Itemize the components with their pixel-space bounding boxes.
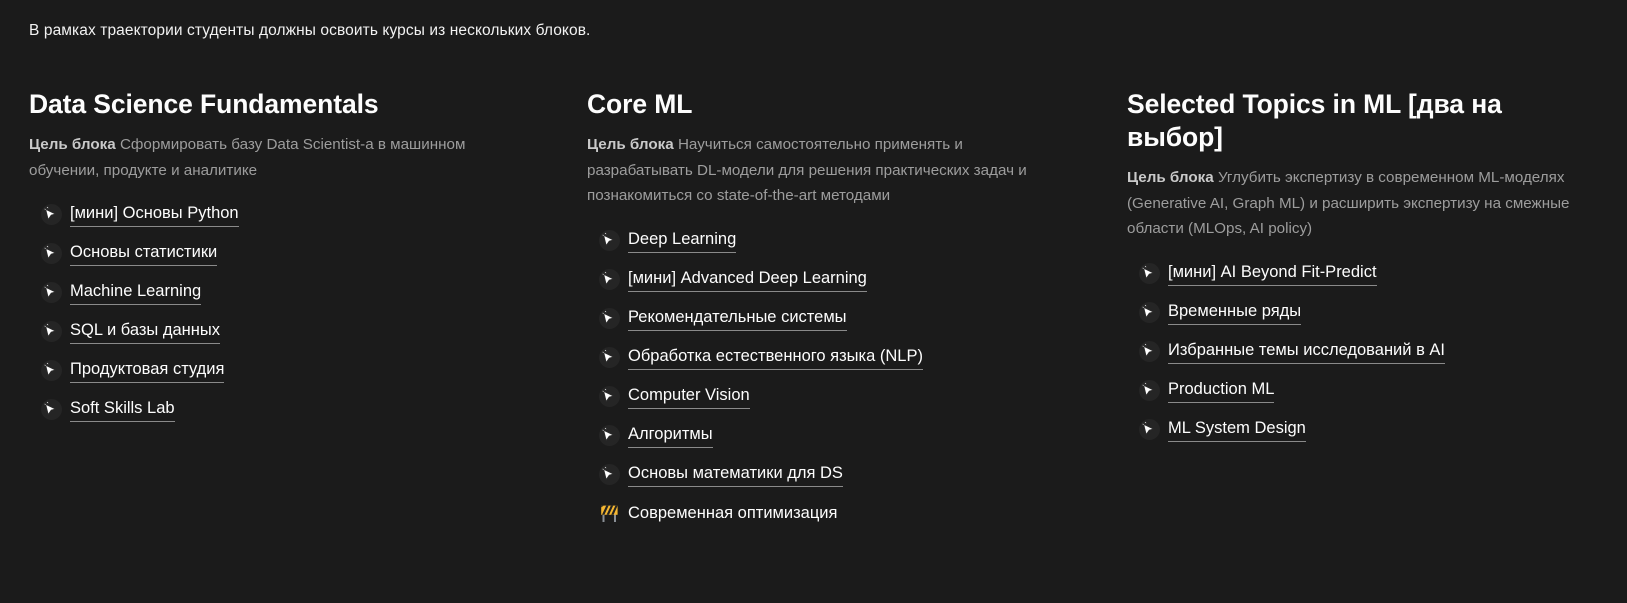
cursor-click-icon	[598, 307, 621, 330]
cursor-click-icon	[1138, 262, 1161, 285]
list-item[interactable]: Soft Skills Lab	[29, 390, 534, 429]
cursor-click-icon	[598, 268, 621, 291]
cursor-click-icon	[40, 320, 63, 343]
course-link[interactable]: Deep Learning	[628, 228, 737, 253]
course-link[interactable]: SQL и базы данных	[70, 319, 220, 344]
list-item[interactable]: SQL и базы данных	[29, 312, 534, 351]
block-goal: Цель блока Углубить экспертизу в совреме…	[1127, 165, 1603, 242]
course-link[interactable]: Machine Learning	[70, 280, 202, 305]
list-item[interactable]: Основы математики для DS	[587, 455, 1069, 494]
list-item: Современная оптимизация	[587, 494, 1069, 533]
course-list: [мини] Основы Python Основы статистики M…	[29, 195, 534, 429]
block-title: Selected Topics in ML [два на выбор]	[1127, 89, 1502, 152]
block-goal-label: Цель блока	[587, 136, 674, 153]
course-link[interactable]: Рекомендательные системы	[628, 306, 847, 331]
block-columns: Data Science Fundamentals Цель блока Сфо…	[0, 88, 1627, 533]
cursor-click-icon	[1138, 301, 1161, 324]
cursor-click-icon	[598, 385, 621, 408]
course-link[interactable]: [мини] AI Beyond Fit-Predict	[1168, 261, 1377, 286]
block-title: Data Science Fundamentals	[29, 89, 379, 119]
block-goal-label: Цель блока	[1127, 169, 1214, 186]
course-link[interactable]: Продуктовая студия	[70, 358, 225, 383]
cursor-click-icon	[40, 203, 63, 226]
list-item[interactable]: Основы статистики	[29, 234, 534, 273]
course-list: [мини] AI Beyond Fit-Predict Временные р…	[1127, 254, 1603, 449]
list-item[interactable]: [мини] AI Beyond Fit-Predict	[1127, 254, 1603, 293]
block-title: Core ML	[587, 89, 693, 119]
list-item[interactable]: Computer Vision	[587, 377, 1069, 416]
course-link[interactable]: Computer Vision	[628, 384, 750, 409]
cursor-click-icon	[598, 463, 621, 486]
page-root: В рамках траектории студенты должны осво…	[0, 0, 1627, 603]
cursor-click-icon	[598, 346, 621, 369]
cursor-click-icon	[598, 229, 621, 252]
list-item[interactable]: Избранные темы исследований в AI	[1127, 332, 1603, 371]
intro-paragraph: В рамках траектории студенты должны осво…	[29, 22, 591, 39]
course-link[interactable]: ML System Design	[1168, 417, 1306, 442]
list-item[interactable]: ML System Design	[1127, 410, 1603, 449]
list-item[interactable]: [мини] Основы Python	[29, 195, 534, 234]
cursor-click-icon	[1138, 340, 1161, 363]
course-list: Deep Learning [мини] Advanced Deep Learn…	[587, 221, 1069, 533]
list-item[interactable]: Временные ряды	[1127, 293, 1603, 332]
block-column-data-science-fundamentals: Data Science Fundamentals Цель блока Сфо…	[0, 88, 558, 429]
cursor-click-icon	[40, 281, 63, 304]
list-item[interactable]: Обработка естественного языка (NLP)	[587, 338, 1069, 377]
cursor-click-icon	[1138, 418, 1161, 441]
course-link[interactable]: Основы статистики	[70, 241, 218, 266]
course-link[interactable]: [мини] Advanced Deep Learning	[628, 267, 867, 292]
list-item[interactable]: Production ML	[1127, 371, 1603, 410]
list-item[interactable]: Рекомендательные системы	[587, 299, 1069, 338]
course-link[interactable]: Избранные темы исследований в AI	[1168, 339, 1446, 364]
course-link[interactable]: [мини] Основы Python	[70, 202, 239, 227]
cursor-click-icon	[40, 359, 63, 382]
list-item[interactable]: Deep Learning	[587, 221, 1069, 260]
cursor-click-icon	[40, 242, 63, 265]
course-link[interactable]: Production ML	[1168, 378, 1275, 403]
course-link[interactable]: Алгоритмы	[628, 423, 713, 448]
cursor-click-icon	[40, 398, 63, 421]
cursor-click-icon	[1138, 379, 1161, 402]
list-item[interactable]: Machine Learning	[29, 273, 534, 312]
course-label: Современная оптимизация	[628, 503, 838, 522]
course-link[interactable]: Основы математики для DS	[628, 462, 843, 487]
list-item[interactable]: [мини] Advanced Deep Learning	[587, 260, 1069, 299]
cursor-click-icon	[598, 424, 621, 447]
course-link[interactable]: Обработка естественного языка (NLP)	[628, 345, 923, 370]
course-link[interactable]: Soft Skills Lab	[70, 397, 175, 422]
block-goal-label: Цель блока	[29, 136, 116, 153]
list-item[interactable]: Продуктовая студия	[29, 351, 534, 390]
block-goal: Цель блока Научиться самостоятельно прим…	[587, 132, 1069, 209]
construction-icon	[598, 502, 621, 525]
block-column-selected-topics-in-ml: Selected Topics in ML [два на выбор] Цел…	[1093, 88, 1627, 449]
block-goal: Цель блока Сформировать базу Data Scient…	[29, 132, 534, 183]
list-item[interactable]: Алгоритмы	[587, 416, 1069, 455]
block-column-core-ml: Core ML Цель блока Научиться самостоятел…	[558, 88, 1093, 533]
course-link[interactable]: Временные ряды	[1168, 300, 1302, 325]
